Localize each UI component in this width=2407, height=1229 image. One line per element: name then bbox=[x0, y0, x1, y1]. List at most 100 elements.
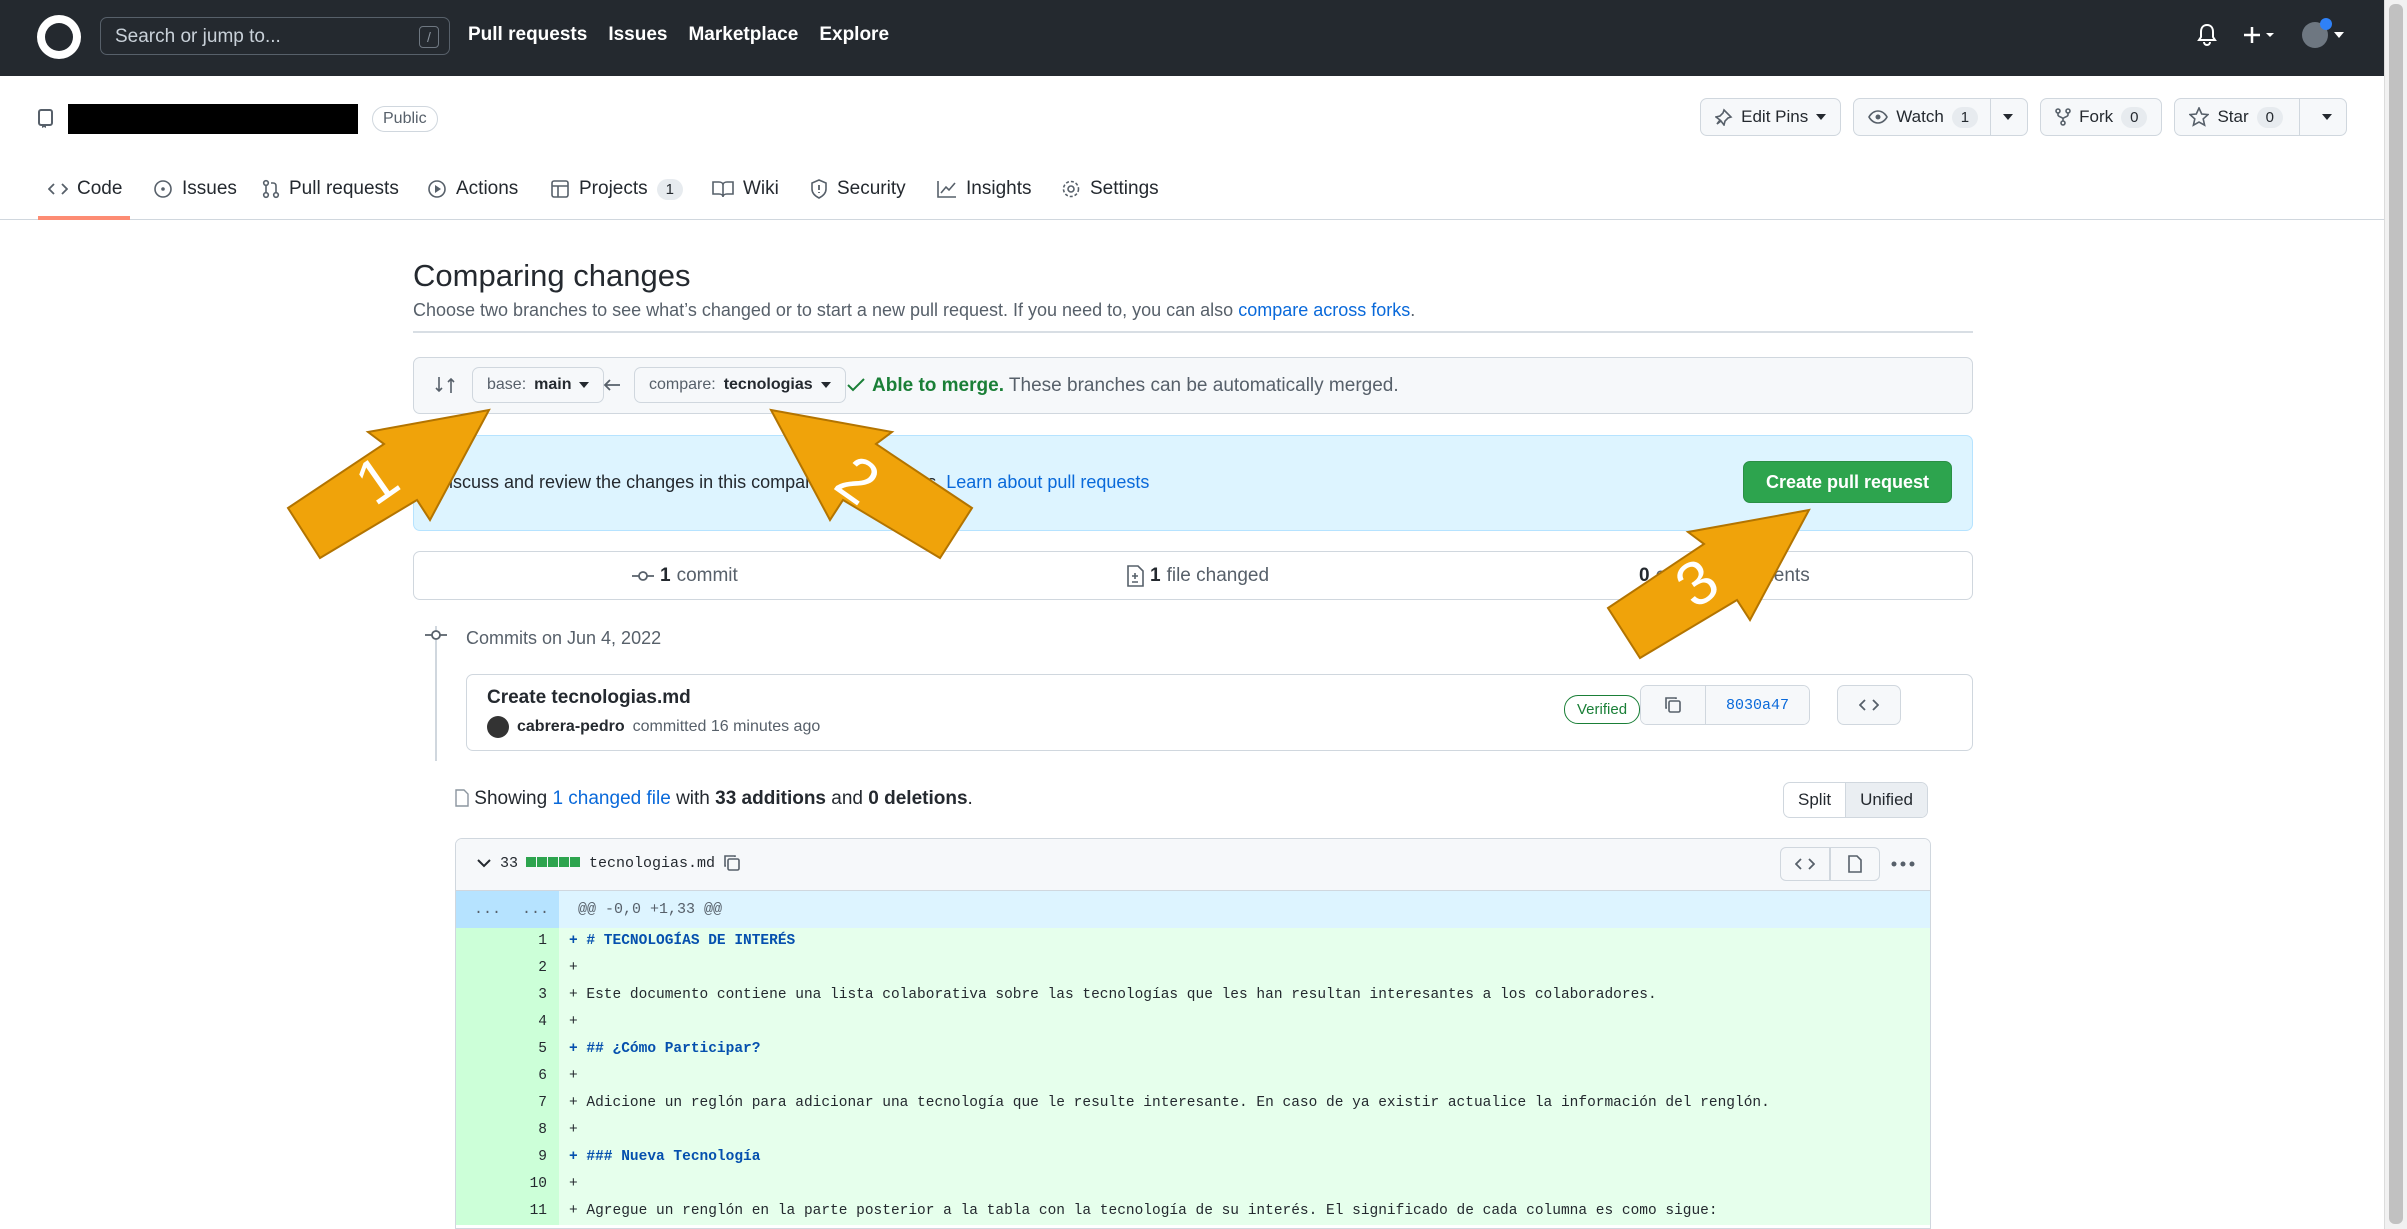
diffstat-blocks bbox=[526, 855, 581, 872]
tab-wiki[interactable]: Wiki bbox=[712, 178, 779, 200]
tab-issues[interactable]: Issues bbox=[153, 178, 237, 200]
new-line-number[interactable]: 6 bbox=[506, 1063, 559, 1090]
new-line-number[interactable]: 7 bbox=[506, 1090, 559, 1117]
diff-line: 1 + # TECNOLOGÍAS DE INTERÉS bbox=[456, 928, 1930, 955]
chevron-down-icon[interactable] bbox=[476, 858, 492, 868]
gear-icon bbox=[1062, 180, 1080, 198]
hunk-ellipsis-right: ... bbox=[522, 901, 550, 918]
tab-projects[interactable]: Projects 1 bbox=[550, 178, 683, 200]
nav-explore[interactable]: Explore bbox=[819, 24, 889, 46]
old-line-number[interactable] bbox=[456, 1063, 506, 1090]
star-button[interactable]: Star 0 bbox=[2174, 98, 2347, 136]
new-line-number[interactable]: 5 bbox=[506, 1036, 559, 1063]
repo-name-redacted[interactable] bbox=[68, 104, 358, 134]
verified-badge[interactable]: Verified bbox=[1564, 695, 1641, 724]
diff-view-toggle: Split Unified bbox=[1783, 782, 1928, 818]
nav-marketplace[interactable]: Marketplace bbox=[688, 24, 798, 46]
browse-code-button[interactable] bbox=[1837, 685, 1901, 725]
caret-down-icon[interactable] bbox=[2322, 114, 2332, 120]
tab-label: Pull requests bbox=[289, 178, 399, 199]
split-view-button[interactable]: Split bbox=[1784, 783, 1845, 817]
diff-file-title: 33 tecnologias.md bbox=[476, 854, 741, 872]
tab-security[interactable]: Security bbox=[810, 178, 906, 200]
notification-bell-icon[interactable] bbox=[2196, 23, 2218, 47]
tab-actions[interactable]: Actions bbox=[427, 178, 518, 200]
watch-count: 1 bbox=[1951, 106, 1979, 128]
old-line-number[interactable] bbox=[456, 1090, 506, 1117]
edit-pins-label: Edit Pins bbox=[1741, 107, 1809, 126]
diff-line: 11 + Agregue un renglón en la parte poste… bbox=[456, 1198, 1930, 1225]
new-line-number[interactable]: 2 bbox=[506, 955, 559, 982]
new-line-number[interactable]: 4 bbox=[506, 1009, 559, 1036]
diff-line-code: + Adicione un reglón para adicionar una … bbox=[559, 1090, 1930, 1117]
user-avatar-dropdown[interactable] bbox=[2302, 18, 2344, 48]
code-icon bbox=[48, 183, 68, 195]
author-name[interactable]: cabrera-pedro bbox=[517, 718, 625, 736]
copy-icon[interactable] bbox=[723, 854, 741, 872]
new-line-number[interactable]: 10 bbox=[506, 1171, 559, 1198]
old-line-number[interactable] bbox=[456, 955, 506, 982]
commits-stat[interactable]: 1 commit bbox=[632, 565, 738, 587]
diff-line-code: + # TECNOLOGÍAS DE INTERÉS bbox=[559, 928, 1930, 955]
files-stat[interactable]: 1 file changed bbox=[1126, 565, 1269, 587]
projects-count: 1 bbox=[656, 178, 683, 200]
search-input[interactable]: Search or jump to... / bbox=[100, 17, 450, 55]
caret-down-icon bbox=[1816, 114, 1827, 120]
tab-settings[interactable]: Settings bbox=[1061, 178, 1159, 200]
changed-files-link[interactable]: 1 changed file bbox=[552, 788, 670, 809]
user-avatar bbox=[2302, 18, 2332, 48]
author-avatar[interactable] bbox=[487, 716, 509, 738]
compare-label: compare: bbox=[649, 376, 716, 393]
nav-issues[interactable]: Issues bbox=[608, 24, 667, 46]
old-line-number[interactable] bbox=[456, 1036, 506, 1063]
fork-label: Fork bbox=[2079, 107, 2114, 126]
caret-down-icon[interactable] bbox=[2003, 114, 2014, 120]
old-line-number[interactable] bbox=[456, 1009, 506, 1036]
code-icon bbox=[1795, 858, 1815, 870]
commit-title-link[interactable]: Create tecnologias.md bbox=[487, 687, 691, 709]
watch-button[interactable]: Watch 1 bbox=[1853, 98, 2029, 136]
star-label: Star bbox=[2217, 107, 2249, 126]
create-pull-request-button[interactable]: Create pull request bbox=[1742, 461, 1952, 503]
rich-diff-button[interactable] bbox=[1830, 847, 1880, 881]
new-line-number[interactable]: 8 bbox=[506, 1117, 559, 1144]
github-logo-icon[interactable] bbox=[37, 15, 81, 59]
view-source-button[interactable] bbox=[1780, 847, 1830, 881]
commit-sha-group: 8030a47 bbox=[1640, 685, 1810, 725]
new-line-number[interactable]: 3 bbox=[506, 982, 559, 1009]
compare-across-forks-link[interactable]: compare across forks bbox=[1238, 300, 1410, 320]
old-line-number[interactable] bbox=[456, 982, 506, 1009]
old-line-number[interactable] bbox=[456, 1198, 506, 1225]
commit-sha-link[interactable]: 8030a47 bbox=[1705, 686, 1809, 724]
unified-view-button[interactable]: Unified bbox=[1845, 783, 1927, 817]
merge-status-detail: These branches can be automatically merg… bbox=[1008, 375, 1399, 396]
page-title: Comparing changes bbox=[413, 258, 691, 293]
tab-insights[interactable]: Insights bbox=[937, 178, 1031, 200]
old-line-number[interactable] bbox=[456, 928, 506, 955]
tab-label: Code bbox=[77, 178, 123, 199]
kebab-menu-icon[interactable] bbox=[1890, 860, 1916, 868]
diff-filename[interactable]: tecnologias.md bbox=[589, 855, 715, 872]
pin-icon bbox=[1715, 108, 1733, 126]
play-circle-icon bbox=[428, 180, 446, 198]
hunk-range: @@ -0,0 +1,33 @@ bbox=[578, 901, 723, 918]
new-line-number[interactable]: 9 bbox=[506, 1144, 559, 1171]
plus-dropdown-icon[interactable] bbox=[2242, 23, 2278, 47]
diff-summary: Showing 1 changed file with 33 additions… bbox=[455, 788, 973, 810]
new-line-number[interactable]: 1 bbox=[506, 928, 559, 955]
old-line-number[interactable] bbox=[456, 1171, 506, 1198]
tab-code[interactable]: Code bbox=[48, 178, 122, 200]
nav-pull-requests[interactable]: Pull requests bbox=[468, 24, 587, 46]
copy-sha-button[interactable] bbox=[1641, 686, 1705, 724]
tab-pull-requests[interactable]: Pull requests bbox=[262, 178, 399, 200]
page-scrollbar[interactable] bbox=[2384, 0, 2407, 1229]
fork-button[interactable]: Fork 0 bbox=[2040, 98, 2163, 136]
old-line-number[interactable] bbox=[456, 1117, 506, 1144]
shield-icon bbox=[811, 179, 827, 199]
edit-pins-button[interactable]: Edit Pins bbox=[1700, 98, 1842, 136]
commit-icon bbox=[632, 571, 654, 581]
deletions-count: 0 deletions bbox=[868, 788, 968, 809]
timeline-line bbox=[435, 626, 437, 761]
old-line-number[interactable] bbox=[456, 1144, 506, 1171]
new-line-number[interactable]: 11 bbox=[506, 1198, 559, 1225]
